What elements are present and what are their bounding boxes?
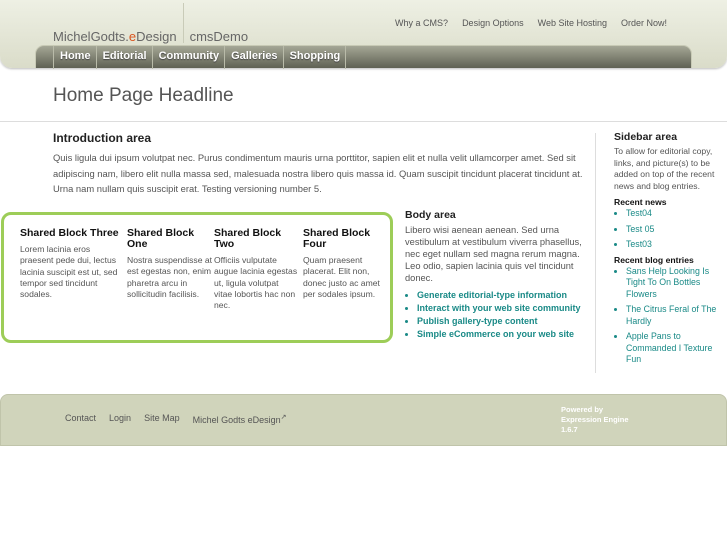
- feature-link[interactable]: Interact with your web site community: [417, 302, 585, 314]
- shared-block: Shared Block Four Quam praesent placerat.…: [303, 228, 383, 300]
- shared-block: Shared Block Two Officiis vulputate augue…: [214, 228, 298, 311]
- shared-block: Shared Block One Nostra suspendisse at es…: [127, 228, 213, 300]
- sidebar-divider: [595, 133, 596, 373]
- divider: [0, 121, 727, 122]
- logo-text: MichelGodts.: [53, 29, 129, 44]
- header: MichelGodts.eDesign cmsDemo Why a CMS? De…: [0, 0, 727, 69]
- top-link-hosting[interactable]: Web Site Hosting: [538, 18, 607, 28]
- external-link-icon: ↗: [280, 414, 287, 421]
- site-name: cmsDemo: [189, 29, 249, 44]
- footer-links: Contact Login Site Map Michel Godts eDes…: [65, 413, 287, 425]
- intro-text: Quis ligula dui ipsum volutpat nec. Puru…: [53, 152, 583, 194]
- blog-link[interactable]: The Citrus Feral of The Hardly: [626, 304, 724, 327]
- feature-link[interactable]: Generate editorial-type information: [417, 289, 585, 301]
- body-section: Body area Libero wisi aenean aenean. Sed…: [405, 209, 585, 341]
- shared-block-title: Shared Block Two: [214, 227, 282, 250]
- shared-block-title: Shared Block Four: [303, 227, 371, 250]
- sidebar: Sidebar area To allow for editorial copy…: [614, 131, 724, 370]
- nav-editorial[interactable]: Editorial: [95, 46, 152, 69]
- top-link-why-cms[interactable]: Why a CMS?: [395, 18, 448, 28]
- recent-news-title: Recent news: [614, 197, 667, 207]
- feature-link[interactable]: Publish gallery-type content: [417, 315, 585, 327]
- blog-link[interactable]: Apple Pans to Commanded I Texture Fun: [626, 331, 724, 366]
- nav-home[interactable]: Home: [53, 46, 96, 69]
- footer-link-contact[interactable]: Contact: [65, 413, 96, 425]
- sidebar-title: Sidebar area: [614, 131, 678, 143]
- shared-blocks: Shared Block Three Lorem lacinia eros pra…: [1, 212, 393, 343]
- news-link[interactable]: Test04: [626, 208, 724, 220]
- recent-blog-list: Sans Help Looking Is Tight To On Bottles…: [614, 266, 724, 366]
- logo-divider: [182, 3, 184, 43]
- top-link-order[interactable]: Order Now!: [621, 18, 667, 28]
- intro-title: Introduction area: [53, 131, 152, 145]
- feature-link[interactable]: Simple eCommerce on your web site: [417, 328, 585, 340]
- powered-by[interactable]: Powered by Expression Engine 1.6.7: [561, 405, 651, 435]
- shared-block-text: Lorem lacinia eros praesent pede dui, le…: [20, 244, 118, 300]
- shared-block-text: Officiis vulputate augue lacinia egestas…: [214, 255, 298, 311]
- footer-link-login[interactable]: Login: [109, 413, 131, 425]
- news-link[interactable]: Test 05: [626, 224, 724, 236]
- footer-link-sitemap[interactable]: Site Map: [144, 413, 180, 425]
- nav-community[interactable]: Community: [151, 46, 225, 69]
- shared-block-text: Nostra suspendisse at est egestas non, e…: [127, 255, 213, 299]
- intro-section: Introduction area Quis ligula dui ipsum …: [53, 131, 583, 197]
- powered-by-version: 1.6.7: [561, 425, 578, 434]
- feature-links: Generate editorial-type information Inte…: [405, 289, 585, 340]
- top-link-design-options[interactable]: Design Options: [462, 18, 524, 28]
- powered-by-line: Powered by: [561, 405, 604, 414]
- blog-link[interactable]: Sans Help Looking Is Tight To On Bottles…: [626, 266, 724, 301]
- main-nav: Home Editorial Community Galleries Shopp…: [35, 45, 692, 69]
- shared-block: Shared Block Three Lorem lacinia eros pra…: [20, 228, 120, 300]
- recent-news-list: Test04 Test 05 Test03: [614, 208, 724, 251]
- body-text: Libero wisi aenean aenean. Sed urna vest…: [405, 225, 582, 283]
- footer-link-label: Michel Godts eDesign: [192, 415, 281, 425]
- footer: Contact Login Site Map Michel Godts eDes…: [0, 394, 727, 446]
- shared-block-text: Quam praesent placerat. Elit non, donec …: [303, 255, 380, 299]
- body-title: Body area: [405, 209, 456, 221]
- top-links: Why a CMS? Design Options Web Site Hosti…: [395, 18, 667, 28]
- logo-text-suffix: Design: [136, 29, 177, 44]
- powered-by-engine: Expression Engine: [561, 415, 629, 424]
- recent-blog-title: Recent blog entries: [614, 254, 694, 265]
- shared-block-title: Shared Block One: [127, 227, 195, 250]
- nav-shopping[interactable]: Shopping: [282, 46, 347, 69]
- sidebar-text: To allow for editorial copy, links, and …: [614, 146, 715, 191]
- news-link[interactable]: Test03: [626, 239, 724, 251]
- nav-galleries[interactable]: Galleries: [224, 46, 282, 69]
- footer-link-michel-godts[interactable]: Michel Godts eDesign↗: [193, 413, 287, 425]
- page-title: Home Page Headline: [53, 85, 234, 106]
- shared-block-title: Shared Block Three: [20, 227, 119, 239]
